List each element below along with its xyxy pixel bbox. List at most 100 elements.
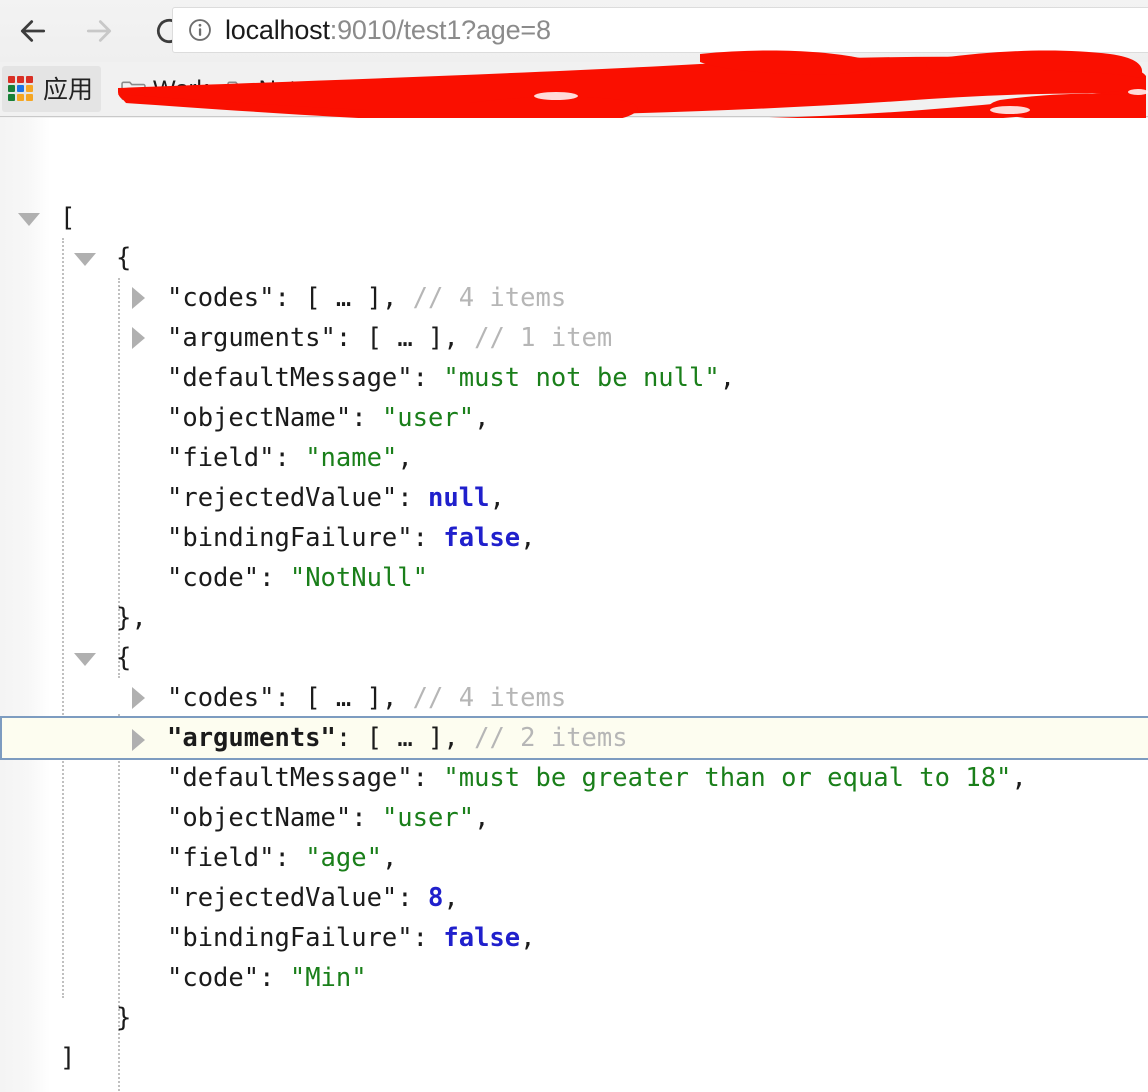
bookmark-item[interactable]: Notes — [218, 67, 331, 113]
json-key: "defaultMessage" — [167, 763, 413, 793]
address-bar[interactable]: localhost:9010/test1?age=8 — [172, 7, 1148, 53]
json-line[interactable]: ] — [0, 1038, 1148, 1078]
json-comment: // 2 items — [474, 723, 628, 753]
bookmark-label: ne — [719, 75, 747, 103]
json-collapsed-array: [ … ], — [366, 323, 459, 353]
forward-button[interactable] — [72, 4, 126, 58]
bookmark-label: Notes — [258, 75, 322, 103]
disclosure-triangle-open-icon[interactable] — [18, 213, 40, 226]
json-line[interactable]: "defaultMessage": "must not be null", — [0, 358, 1148, 398]
json-string-value: "age" — [305, 843, 382, 873]
json-line[interactable]: "objectName": "user", — [0, 798, 1148, 838]
json-comma: , — [443, 883, 459, 913]
json-colon: : — [259, 563, 290, 593]
json-colon: : — [397, 883, 429, 913]
bookmark-item[interactable]: Dev — [330, 67, 423, 113]
json-key: "codes" — [167, 283, 275, 313]
json-line[interactable]: [ — [0, 198, 1148, 238]
bookmark-item[interactable]: ne — [683, 67, 755, 113]
json-key: "rejectedValue" — [167, 483, 398, 513]
json-line[interactable]: "field": "name", — [0, 438, 1148, 478]
page-icon — [692, 81, 713, 98]
json-brace: }, — [116, 603, 147, 633]
json-comma: , — [474, 403, 490, 433]
browser-toolbar: localhost:9010/test1?age=8 — [0, 0, 1148, 62]
bookmarks-bar: 应用 Work Notes Dev ad Learn Ref ne — [0, 62, 1148, 117]
json-line[interactable]: "code": "NotNull" — [0, 558, 1148, 598]
json-line[interactable]: "arguments": [ … ], // 1 item — [0, 318, 1148, 358]
json-line[interactable]: { — [0, 238, 1148, 278]
json-line[interactable]: "rejectedValue": 8, — [0, 878, 1148, 918]
json-content[interactable]: [ { "codes": [ … ], // 4 items "argument… — [0, 198, 1148, 1078]
url-path: :9010/test1?age=8 — [329, 14, 551, 45]
disclosure-triangle-closed-icon[interactable] — [132, 729, 145, 751]
json-line[interactable]: "rejectedValue": null, — [0, 478, 1148, 518]
json-key: "defaultMessage" — [167, 363, 413, 393]
json-colon: : — [335, 723, 367, 753]
json-line[interactable]: { — [0, 638, 1148, 678]
json-colon: : — [412, 763, 444, 793]
json-key: "objectName" — [167, 803, 352, 833]
json-literal-value: false — [443, 923, 521, 953]
json-line[interactable]: "codes": [ … ], // 4 items — [0, 278, 1148, 318]
info-circle-icon[interactable] — [187, 17, 213, 43]
json-viewer-pane[interactable]: [ { "codes": [ … ], // 4 items "argument… — [0, 118, 1148, 1092]
apps-button[interactable]: 应用 — [2, 66, 102, 112]
disclosure-triangle-closed-icon[interactable] — [132, 327, 145, 349]
json-key: "field" — [167, 843, 275, 873]
folder-icon — [121, 81, 146, 100]
bookmark-item[interactable]: ad — [423, 67, 495, 113]
disclosure-triangle-open-icon[interactable] — [74, 253, 96, 266]
bookmark-label: Dev — [371, 75, 414, 103]
bookmark-item-list: Work Notes Dev ad Learn Ref ne — [112, 62, 755, 116]
bookmark-label: ad — [458, 75, 486, 103]
page-icon — [431, 81, 452, 98]
json-key: "arguments" — [167, 723, 336, 753]
address-bar-url: localhost:9010/test1?age=8 — [225, 15, 551, 46]
json-brace: { — [116, 643, 132, 673]
json-colon: : — [412, 363, 444, 393]
json-line[interactable]: "objectName": "user", — [0, 398, 1148, 438]
json-line[interactable]: "bindingFailure": false, — [0, 918, 1148, 958]
json-comma: , — [381, 843, 398, 873]
json-line-selected[interactable]: "arguments": [ … ], // 2 items — [0, 716, 1148, 760]
json-colon: : — [335, 323, 367, 353]
json-brace: } — [116, 1003, 132, 1033]
json-string-value: "user" — [381, 803, 475, 833]
json-line[interactable]: "code": "Min" — [0, 958, 1148, 998]
json-string-value: "must not be null" — [443, 363, 720, 393]
back-button[interactable] — [6, 4, 60, 58]
bookmark-label: Work — [153, 75, 209, 103]
json-key: "rejectedValue" — [167, 883, 398, 913]
json-key: "objectName" — [167, 403, 352, 433]
disclosure-triangle-closed-icon[interactable] — [132, 687, 145, 709]
json-colon: : — [412, 523, 444, 553]
json-string-value: "NotNull" — [289, 563, 429, 593]
json-line[interactable]: } — [0, 998, 1148, 1038]
disclosure-triangle-open-icon[interactable] — [74, 653, 96, 666]
json-line[interactable]: "defaultMessage": "must be greater than … — [0, 758, 1148, 798]
bookmark-item[interactable]: Work — [112, 67, 218, 113]
json-line[interactable]: "bindingFailure": false, — [0, 518, 1148, 558]
json-collapsed-array: [ … ], — [305, 283, 398, 313]
json-string-value: "Min" — [289, 963, 367, 993]
json-key: "arguments" — [167, 323, 336, 353]
json-key: "code" — [167, 963, 260, 993]
json-key: "bindingFailure" — [167, 523, 413, 553]
bookmark-item[interactable]: Ref — [601, 67, 683, 113]
json-comma: , — [489, 483, 505, 513]
json-line[interactable]: "codes": [ … ], // 4 items — [0, 678, 1148, 718]
apps-button-label: 应用 — [43, 74, 94, 104]
json-colon: : — [274, 283, 306, 313]
forward-arrow-icon — [86, 20, 112, 42]
json-key: "bindingFailure" — [167, 923, 413, 953]
bookmark-item[interactable]: Learn — [495, 67, 601, 113]
json-line[interactable]: "field": "age", — [0, 838, 1148, 878]
json-colon: : — [274, 843, 306, 873]
json-line[interactable]: }, — [0, 598, 1148, 638]
json-key: "code" — [167, 563, 260, 593]
folder-icon — [339, 81, 365, 100]
json-number-value: 8 — [428, 883, 444, 913]
json-comment: // 4 items — [412, 683, 567, 713]
disclosure-triangle-closed-icon[interactable] — [132, 287, 145, 309]
